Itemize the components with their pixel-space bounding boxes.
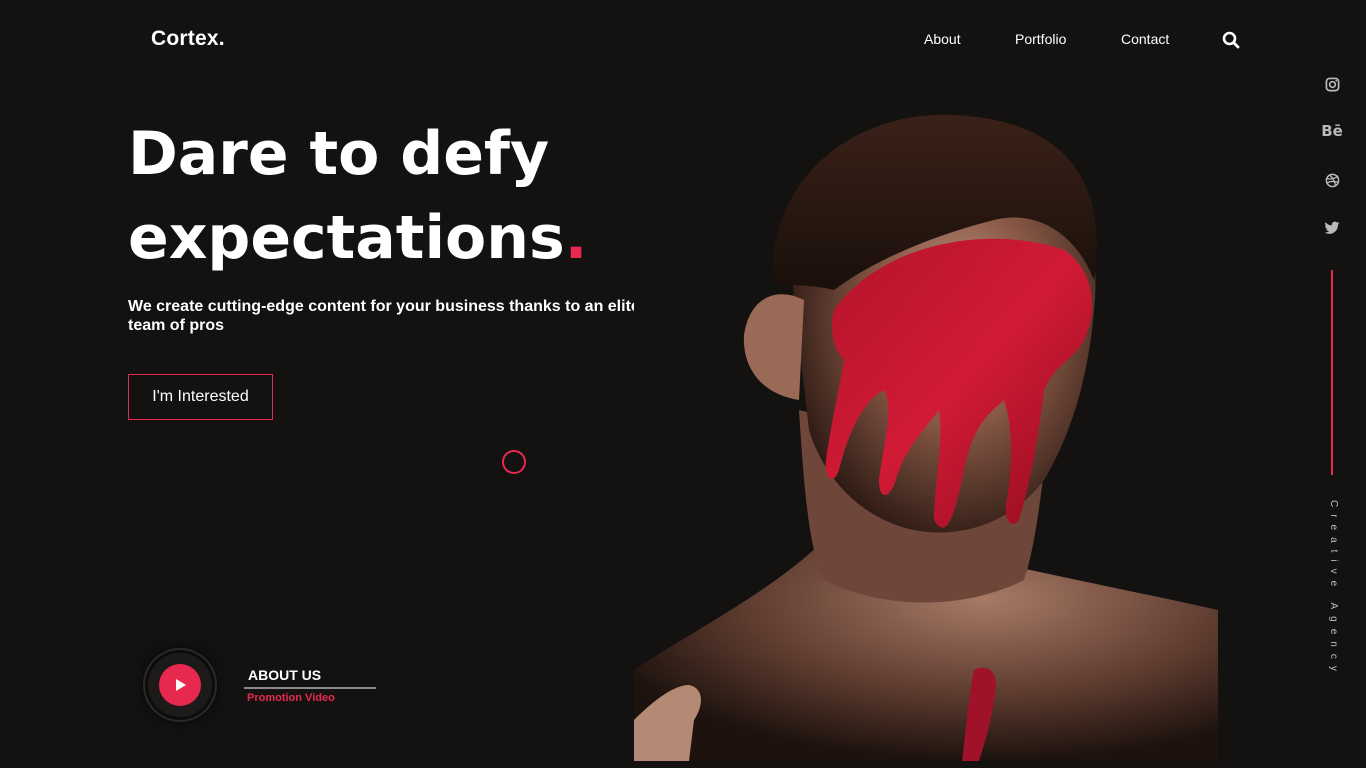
- search-icon[interactable]: [1221, 30, 1241, 50]
- hero-portrait-image: [634, 110, 1218, 761]
- nav-about[interactable]: About: [924, 31, 961, 47]
- promotion-video-link[interactable]: Promotion Video: [247, 692, 335, 704]
- play-icon: [176, 679, 186, 691]
- headline-line-2-text: expectations: [128, 203, 565, 273]
- interested-button[interactable]: I'm Interested: [128, 374, 273, 420]
- nav-contact[interactable]: Contact: [1121, 31, 1169, 47]
- hero-subtitle: We create cutting-edge content for your …: [128, 298, 640, 334]
- play-button-frame: [148, 653, 212, 717]
- about-us-title[interactable]: ABOUT US: [248, 667, 321, 683]
- headline-line-2: expectations.: [128, 196, 688, 280]
- hero-headline: Dare to defy expectations.: [128, 112, 688, 280]
- brand-logo[interactable]: Cortex.: [151, 27, 225, 51]
- behance-icon-text: Bē: [1321, 122, 1343, 140]
- headline-line-1: Dare to defy: [128, 119, 550, 189]
- nav-portfolio[interactable]: Portfolio: [1015, 31, 1066, 47]
- twitter-icon[interactable]: [1322, 218, 1342, 238]
- landing-page: Cortex. About Portfolio Contact Dare to …: [0, 0, 1366, 768]
- creative-agency-label: Creative Agency: [1328, 500, 1339, 678]
- dribbble-icon[interactable]: [1322, 170, 1342, 190]
- instagram-icon[interactable]: [1322, 74, 1342, 94]
- decorative-ring: [502, 450, 526, 474]
- behance-icon[interactable]: Bē: [1321, 121, 1343, 141]
- headline-accent-dot: .: [564, 203, 588, 273]
- rail-accent-line: [1331, 270, 1333, 475]
- play-button[interactable]: [159, 664, 201, 706]
- about-underline: [244, 687, 376, 689]
